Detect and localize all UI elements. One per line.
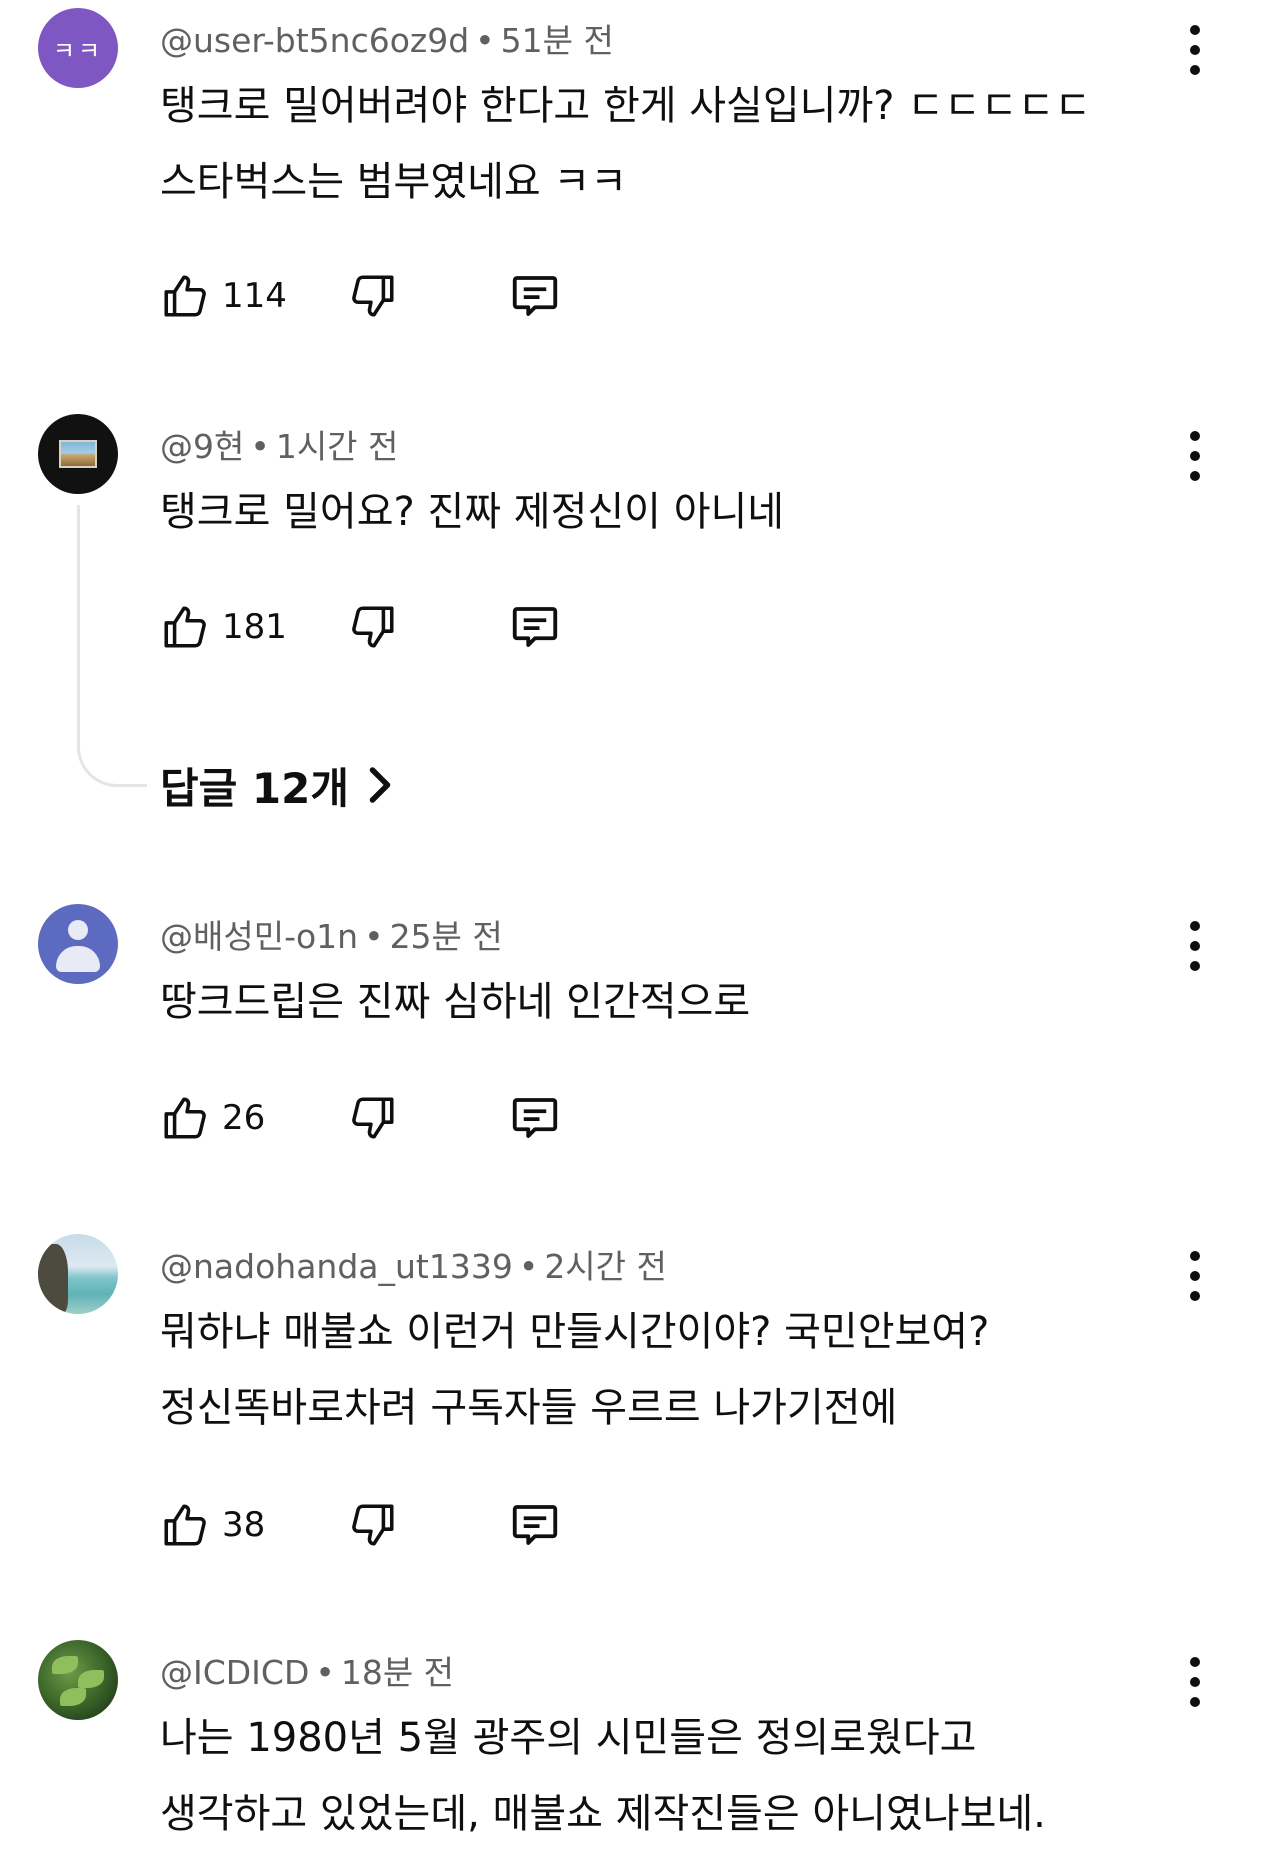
separator-dot: •: [475, 21, 495, 60]
thumbs-up-icon: [164, 1504, 206, 1546]
like-button[interactable]: 181: [160, 597, 287, 657]
more-vert-icon[interactable]: [1188, 25, 1202, 75]
avatar[interactable]: ㅋㅋ: [38, 8, 118, 88]
dislike-button[interactable]: [348, 1495, 398, 1555]
replies-count-label: 답글 12개: [160, 763, 349, 813]
avatar[interactable]: [38, 414, 118, 494]
like-count: 38: [222, 1505, 266, 1545]
more-vert-icon[interactable]: [1188, 921, 1202, 971]
thumbs-down-icon: [352, 1504, 394, 1546]
avatar[interactable]: [38, 1234, 118, 1314]
avatar[interactable]: [38, 904, 118, 984]
view-replies-button[interactable]: 답글 12개: [160, 755, 395, 815]
like-count: 114: [222, 276, 287, 316]
more-vert-icon[interactable]: [1188, 431, 1202, 481]
comment-time[interactable]: 25분 전: [390, 917, 503, 956]
comment-text-line: 탱크로 밀어버려야 한다고 한게 사실입니까? ㄷㄷㄷㄷㄷ: [160, 83, 1092, 129]
comment-icon: [512, 1505, 558, 1545]
thumbs-down-icon: [352, 275, 394, 317]
thumbs-down-icon: [352, 606, 394, 648]
avatar[interactable]: [38, 1640, 118, 1720]
avatar-image: [38, 1640, 118, 1720]
like-count: 181: [222, 607, 287, 647]
comment-meta: @user-bt5nc6oz9d • 51분 전: [160, 14, 614, 62]
comment-text-line: 생각하고 있었는데, 매불쇼 제작진들은 아니였나보네.: [160, 1791, 1046, 1837]
comment-meta: @배성민-o1n • 25분 전: [160, 910, 503, 958]
comment-text-line: 뭐하냐 매불쇼 이런거 만들시간이야? 국민안보여?: [160, 1309, 990, 1355]
comment-text-line: 스타벅스는 범부였네요 ㅋㅋ: [160, 159, 628, 205]
comment-text-line: 나는 1980년 5월 광주의 시민들은 정의로웠다고: [160, 1715, 977, 1761]
dislike-button[interactable]: [348, 597, 398, 657]
comment-text-line: 정신똑바로차려 구독자들 우르르 나가기전에: [160, 1385, 898, 1431]
comment-time[interactable]: 51분 전: [501, 21, 614, 60]
comment-icon: [512, 276, 558, 316]
comment-time[interactable]: 1시간 전: [276, 427, 399, 466]
comment-icon: [512, 1098, 558, 1138]
like-count: 26: [222, 1098, 266, 1138]
reply-button[interactable]: [508, 1088, 562, 1148]
comment-text-line: 탱크로 밀어요? 진짜 제정신이 아니네: [160, 489, 785, 535]
comment-meta: @nadohanda_ut1339 • 2시간 전: [160, 1240, 667, 1288]
default-avatar-icon: [38, 904, 118, 984]
comment-text-line: 땅크드립은 진짜 심하네 인간적으로: [160, 979, 751, 1025]
like-button[interactable]: 26: [160, 1088, 265, 1148]
avatar-image: [38, 1234, 118, 1314]
more-vert-icon[interactable]: [1188, 1251, 1202, 1301]
comment-time[interactable]: 2시간 전: [544, 1247, 667, 1286]
comment-meta: @ICDICD • 18분 전: [160, 1646, 454, 1694]
reply-button[interactable]: [508, 266, 562, 326]
comment-author[interactable]: @user-bt5nc6oz9d: [160, 21, 469, 60]
like-button[interactable]: 114: [160, 266, 287, 326]
comment-time[interactable]: 18분 전: [341, 1653, 454, 1692]
separator-dot: •: [250, 427, 270, 466]
comment-author[interactable]: @9현: [160, 427, 244, 466]
separator-dot: •: [364, 917, 384, 956]
dislike-button[interactable]: [348, 266, 398, 326]
thumbs-up-icon: [164, 275, 206, 317]
separator-dot: •: [518, 1247, 539, 1286]
thumbs-up-icon: [164, 1097, 206, 1139]
separator-dot: •: [315, 1653, 335, 1692]
reply-thread-line: [77, 505, 147, 787]
comment-author[interactable]: @배성민-o1n: [160, 917, 358, 956]
comment-meta: @9현 • 1시간 전: [160, 420, 398, 468]
comment-author[interactable]: @nadohanda_ut1339: [160, 1247, 513, 1286]
reply-button[interactable]: [508, 1495, 562, 1555]
thumbs-down-icon: [352, 1097, 394, 1139]
comment-icon: [512, 607, 558, 647]
reply-button[interactable]: [508, 597, 562, 657]
avatar-image: [38, 414, 118, 494]
like-button[interactable]: 38: [160, 1495, 265, 1555]
more-vert-icon[interactable]: [1188, 1657, 1202, 1707]
avatar-initials: ㅋㅋ: [38, 8, 118, 88]
comment-author[interactable]: @ICDICD: [160, 1653, 309, 1692]
chevron-right-icon: [369, 767, 391, 803]
thumbs-up-icon: [164, 606, 206, 648]
dislike-button[interactable]: [348, 1088, 398, 1148]
